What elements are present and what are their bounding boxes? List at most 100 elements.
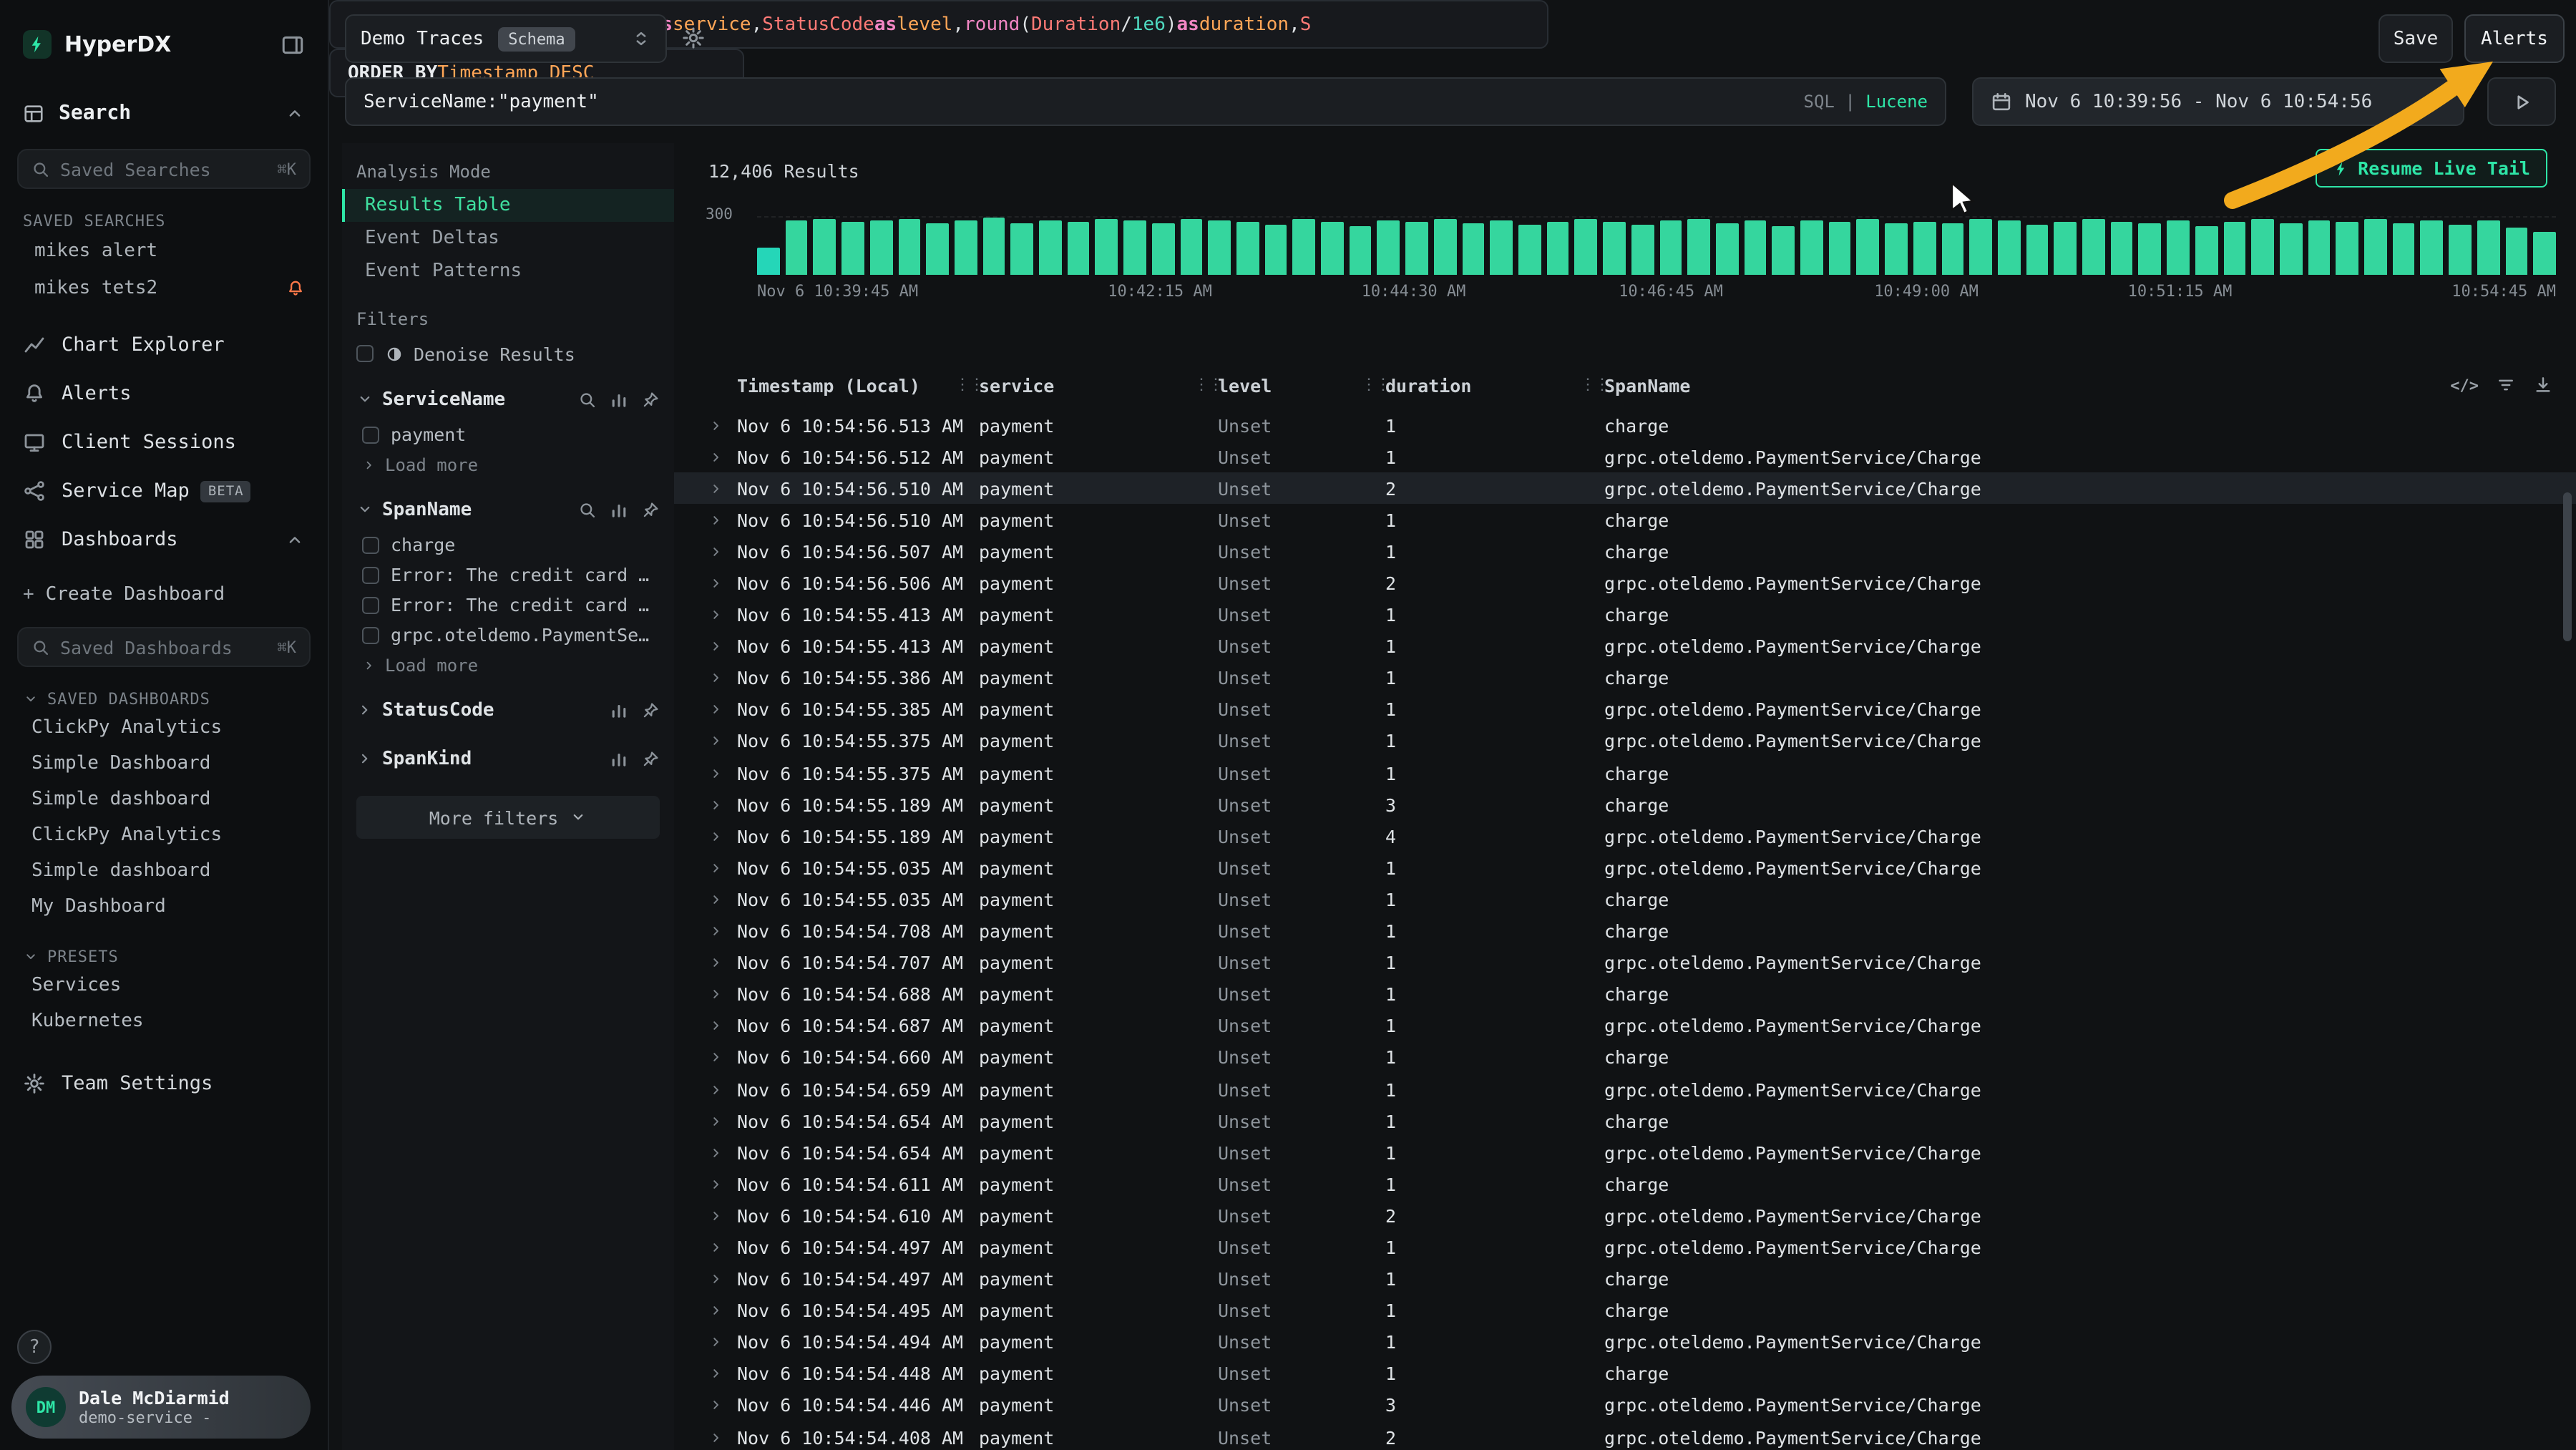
table-row[interactable]: Nov 6 10:54:55.413 AMpaymentUnset1grpc.o… — [674, 631, 2576, 662]
histogram-bar[interactable] — [2054, 222, 2077, 275]
histogram-bar[interactable] — [1377, 220, 1400, 275]
col-service[interactable]: service — [979, 375, 1054, 396]
histogram-bar[interactable] — [1716, 223, 1738, 275]
histogram-bar[interactable] — [1546, 222, 1568, 275]
table-row[interactable]: Nov 6 10:54:54.688 AMpaymentUnset1charge — [674, 978, 2576, 1010]
histogram-bar[interactable] — [2308, 220, 2330, 275]
pin-icon[interactable] — [641, 701, 660, 719]
load-more-button[interactable]: Load more — [342, 449, 674, 481]
expand-row-chevron-icon[interactable] — [708, 1271, 737, 1287]
chart-icon[interactable] — [610, 500, 628, 519]
filter-group-spankind[interactable]: SpanKind — [342, 739, 674, 779]
filter-value-checkbox[interactable]: payment — [342, 419, 674, 449]
table-row[interactable]: Nov 6 10:54:56.512 AMpaymentUnset1grpc.o… — [674, 441, 2576, 472]
analysis-mode-event-deltas[interactable]: Event Deltas — [342, 222, 674, 255]
filter-value-checkbox[interactable]: grpc.oteldemo.PaymentSe… — [342, 620, 674, 650]
filter-value-checkbox[interactable]: charge — [342, 530, 674, 560]
saved-dashboards-label[interactable]: SAVED DASHBOARDS — [0, 687, 328, 710]
histogram-bar[interactable] — [814, 219, 836, 275]
expand-row-chevron-icon[interactable] — [708, 1018, 737, 1034]
histogram-bar[interactable] — [1264, 225, 1287, 275]
denoise-results-toggle[interactable]: Denoise Results — [342, 336, 674, 371]
histogram-bar[interactable] — [757, 248, 779, 275]
table-row[interactable]: Nov 6 10:54:54.446 AMpaymentUnset3grpc.o… — [674, 1390, 2576, 1421]
histogram-bar[interactable] — [898, 219, 920, 275]
histogram-bar[interactable] — [1209, 220, 1231, 275]
saved-dashboard-item[interactable]: Simple dashboard — [0, 853, 328, 889]
table-row[interactable]: Nov 6 10:54:54.495 AMpaymentUnset1charge — [674, 1295, 2576, 1326]
expand-row-chevron-icon[interactable] — [708, 892, 737, 908]
table-row[interactable]: Nov 6 10:54:56.506 AMpaymentUnset2grpc.o… — [674, 568, 2576, 599]
table-row[interactable]: Nov 6 10:54:56.513 AMpaymentUnset1charge — [674, 409, 2576, 441]
expand-row-chevron-icon[interactable] — [708, 734, 737, 749]
table-row[interactable]: Nov 6 10:54:55.413 AMpaymentUnset1charge — [674, 599, 2576, 631]
code-view-icon[interactable]: </> — [2450, 376, 2479, 394]
histogram-bar[interactable] — [1885, 223, 1907, 275]
pin-icon[interactable] — [641, 749, 660, 768]
histogram-bar[interactable] — [1293, 219, 1315, 275]
team-settings-button[interactable]: Team Settings — [0, 1059, 328, 1108]
saved-search-item[interactable]: mikes alert — [0, 232, 328, 269]
histogram-bar[interactable] — [2280, 223, 2302, 275]
histogram-bar[interactable] — [955, 220, 977, 275]
presets-label[interactable]: PRESETS — [0, 945, 328, 968]
table-row[interactable]: Nov 6 10:54:54.660 AMpaymentUnset1charge — [674, 1042, 2576, 1074]
sidebar-item-client-sessions[interactable]: Client Sessions — [0, 418, 328, 467]
table-row[interactable]: Nov 6 10:54:55.385 AMpaymentUnset1grpc.o… — [674, 694, 2576, 726]
expand-row-chevron-icon[interactable] — [708, 1240, 737, 1255]
histogram-bar[interactable] — [1405, 222, 1428, 275]
sidebar-item-alerts[interactable]: Alerts — [0, 369, 328, 418]
expand-row-chevron-icon[interactable] — [708, 702, 737, 718]
filter-group-spanname[interactable]: SpanName — [342, 490, 674, 530]
expand-row-chevron-icon[interactable] — [708, 417, 737, 433]
pin-icon[interactable] — [641, 500, 660, 519]
table-row[interactable]: Nov 6 10:54:54.497 AMpaymentUnset1charge — [674, 1263, 2576, 1295]
histogram-bar[interactable] — [2026, 225, 2048, 275]
histogram-bar[interactable] — [1857, 219, 1879, 275]
pin-icon[interactable] — [641, 390, 660, 409]
histogram-bar[interactable] — [1152, 223, 1174, 275]
filter-value-checkbox[interactable]: Error: The credit card … — [342, 560, 674, 590]
expand-row-chevron-icon[interactable] — [708, 986, 737, 1002]
table-row[interactable]: Nov 6 10:54:56.507 AMpaymentUnset1charge — [674, 536, 2576, 568]
more-filters-button[interactable]: More filters — [356, 796, 660, 839]
sidebar-item-service-map[interactable]: Service MapBETA — [0, 467, 328, 515]
collapse-sidebar-icon[interactable] — [280, 32, 305, 57]
histogram-bar[interactable] — [1434, 219, 1456, 275]
run-query-button[interactable] — [2487, 77, 2556, 126]
expand-row-chevron-icon[interactable] — [708, 575, 737, 591]
analysis-mode-results-table[interactable]: Results Table — [342, 189, 674, 222]
checkbox[interactable] — [362, 536, 379, 553]
histogram-bar[interactable] — [1462, 223, 1484, 275]
saved-searches-search-input[interactable]: Saved Searches ⌘K — [17, 149, 311, 189]
expand-row-chevron-icon[interactable] — [708, 671, 737, 686]
resume-live-tail-button[interactable]: Resume Live Tail — [2315, 149, 2547, 188]
histogram-bar[interactable] — [1744, 220, 1766, 275]
histogram-bar[interactable] — [2449, 225, 2471, 275]
expand-row-chevron-icon[interactable] — [708, 1208, 737, 1224]
search-query-input[interactable]: ServiceName:"payment" SQL | Lucene — [345, 77, 1946, 126]
time-range-picker[interactable]: Nov 6 10:39:56 - Nov 6 10:54:56 — [1972, 77, 2464, 126]
expand-row-chevron-icon[interactable] — [708, 765, 737, 781]
expand-row-chevron-icon[interactable] — [708, 1303, 737, 1318]
expand-row-chevron-icon[interactable] — [708, 512, 737, 528]
analysis-mode-event-patterns[interactable]: Event Patterns — [342, 255, 674, 288]
checkbox[interactable] — [362, 426, 379, 443]
saved-dashboards-search-input[interactable]: Saved Dashboards ⌘K — [17, 627, 311, 667]
histogram-bar[interactable] — [1236, 222, 1259, 275]
search-section-header[interactable]: Search — [0, 89, 328, 137]
expand-row-chevron-icon[interactable] — [708, 1177, 737, 1192]
saved-dashboard-item[interactable]: ClickPy Analytics — [0, 817, 328, 853]
checkbox[interactable] — [356, 345, 374, 362]
expand-row-chevron-icon[interactable] — [708, 544, 737, 560]
col-spanname[interactable]: SpanName — [1604, 375, 1690, 396]
table-row[interactable]: Nov 6 10:54:54.708 AMpaymentUnset1charge — [674, 915, 2576, 947]
histogram-bar[interactable] — [2082, 219, 2104, 275]
create-dashboard-button[interactable]: + Create Dashboard — [0, 573, 328, 615]
histogram-bar[interactable] — [2364, 219, 2386, 275]
table-row[interactable]: Nov 6 10:54:56.510 AMpaymentUnset2grpc.o… — [674, 472, 2576, 504]
source-select[interactable]: Demo Traces Schema — [345, 14, 667, 63]
histogram-bar[interactable] — [2139, 223, 2161, 275]
save-button[interactable]: Save — [2379, 14, 2453, 63]
histogram-bar[interactable] — [2167, 220, 2189, 275]
